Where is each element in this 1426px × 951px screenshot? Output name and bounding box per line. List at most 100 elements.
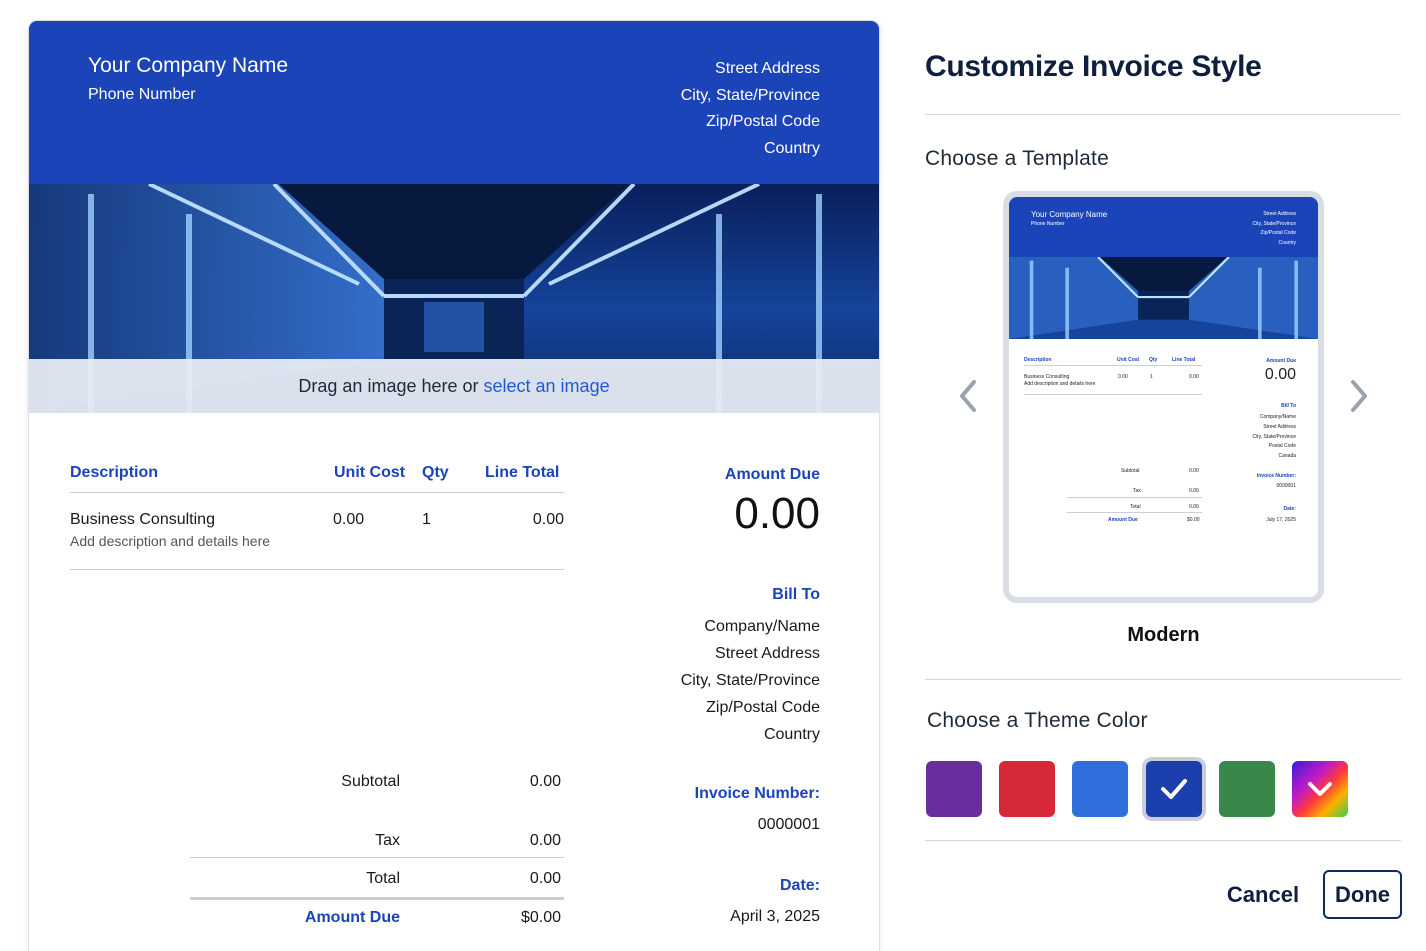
title-rule bbox=[925, 114, 1401, 115]
invoice-number[interactable]: 0000001 bbox=[758, 816, 820, 834]
thumbnail-col-qty: Qty bbox=[1149, 357, 1158, 363]
thumbnail-bill-to-line: City, State/Province bbox=[1252, 433, 1296, 440]
total-rule bbox=[190, 897, 564, 900]
bill-to-label: Bill To bbox=[772, 586, 820, 603]
address-street: Street Address bbox=[715, 60, 820, 77]
total-value: 0.00 bbox=[529, 870, 561, 887]
template-thumbnail-modern[interactable]: Your Company Name Phone Number Street Ad… bbox=[1003, 191, 1324, 603]
template-rule bbox=[925, 679, 1401, 680]
item-line-total: 0.00 bbox=[532, 511, 564, 528]
thumbnail-total-label: Total bbox=[1130, 504, 1141, 510]
tax-value[interactable]: 0.00 bbox=[441, 832, 561, 850]
tax-label: Tax bbox=[375, 832, 400, 849]
thumbnail-header-rule bbox=[1024, 365, 1202, 366]
template-name: Modern bbox=[1127, 624, 1200, 646]
thumbnail-company-name: Your Company Name bbox=[1031, 210, 1108, 219]
invoice-date[interactable]: April 3, 2025 bbox=[730, 908, 820, 926]
color-swatch-green[interactable] bbox=[1219, 761, 1275, 817]
amount-due-value: 0.00 bbox=[734, 489, 820, 538]
checkmark-icon bbox=[1161, 779, 1187, 799]
color-swatch-custom[interactable] bbox=[1292, 761, 1348, 817]
chevron-right-icon[interactable] bbox=[1348, 378, 1370, 414]
thumbnail-amount-due: 0.00 bbox=[1264, 366, 1296, 383]
subtotal-label: Subtotal bbox=[341, 773, 400, 790]
thumbnail-invoice-number-label: Invoice Number: bbox=[1256, 473, 1296, 479]
thumbnail-line-total: 0.00 bbox=[1189, 374, 1199, 380]
subtotal-value: 0.00 bbox=[529, 773, 561, 790]
thumbnail-bill-to: Company/Name Street Address City, State/… bbox=[1252, 413, 1296, 462]
invoice-header: Your Company Name Phone Number Street Ad… bbox=[29, 21, 879, 184]
thumbnail-invoice-number: 0000001 bbox=[1276, 483, 1296, 489]
thumbnail-header: Your Company Name Phone Number Street Ad… bbox=[1009, 197, 1318, 257]
bill-to-address[interactable]: Company/Name Street Address City, State/… bbox=[681, 613, 820, 748]
cancel-button[interactable]: Cancel bbox=[1220, 878, 1306, 912]
choose-color-heading: Choose a Theme Color bbox=[927, 709, 1148, 732]
totals-amount-due-value: $0.00 bbox=[520, 909, 561, 926]
amount-due-label: Amount Due bbox=[724, 466, 820, 483]
thumbnail-col-line-total: Line Total bbox=[1172, 357, 1196, 363]
col-description: Description bbox=[70, 464, 159, 481]
thumbnail-address-line: City, State/Province bbox=[1252, 220, 1296, 227]
thumbnail-qty: 1 bbox=[1150, 374, 1153, 380]
company-phone[interactable]: Phone Number bbox=[88, 86, 196, 104]
thumbnail-due-label: Amount Due bbox=[1108, 517, 1138, 523]
thumbnail-total: 0.00 bbox=[1189, 504, 1199, 510]
items-header-rule bbox=[70, 492, 564, 493]
panel-title: Customize Invoice Style bbox=[925, 50, 1262, 83]
bill-to-zip: Zip/Postal Code bbox=[706, 699, 820, 716]
item-row-rule bbox=[70, 569, 564, 570]
thumbnail-date: July 17, 2025 bbox=[1266, 517, 1296, 523]
invoice-preview: Your Company Name Phone Number Street Ad… bbox=[29, 21, 879, 951]
thumbnail-subtotal-label: Subtotal bbox=[1121, 468, 1140, 474]
item-qty[interactable]: 1 bbox=[422, 511, 431, 529]
col-qty: Qty bbox=[422, 464, 449, 481]
total-label: Total bbox=[366, 870, 400, 887]
company-name[interactable]: Your Company Name bbox=[88, 54, 288, 78]
bill-to-street: Street Address bbox=[715, 645, 820, 662]
thumbnail-tax: 0.00 bbox=[1189, 488, 1199, 494]
thumbnail-date-label: Date: bbox=[1283, 506, 1296, 512]
date-label: Date: bbox=[779, 877, 820, 894]
thumbnail-bill-to-line: Canada bbox=[1278, 453, 1296, 460]
thumbnail-item-rule bbox=[1024, 394, 1202, 395]
color-swatch-light-blue[interactable] bbox=[1072, 761, 1128, 817]
thumbnail-tax-label: Tax bbox=[1133, 488, 1141, 494]
company-address[interactable]: Street Address City, State/Province Zip/… bbox=[681, 56, 820, 162]
thumbnail-due: $0.00 bbox=[1187, 517, 1200, 523]
item-unit-cost[interactable]: 0.00 bbox=[333, 511, 364, 529]
color-swatch-purple[interactable] bbox=[926, 761, 982, 817]
choose-template-heading: Choose a Template bbox=[925, 147, 1109, 170]
thumbnail-address-line: Street Address bbox=[1263, 211, 1296, 217]
thumbnail-phone: Phone Number bbox=[1031, 221, 1065, 227]
address-country: Country bbox=[763, 139, 820, 157]
invoice-number-label: Invoice Number: bbox=[694, 785, 820, 802]
thumbnail-col-unit-cost: Unit Cost bbox=[1117, 357, 1140, 363]
item-details[interactable]: Add description and details here bbox=[70, 533, 270, 549]
thumbnail-address-line: Country bbox=[1278, 239, 1296, 246]
bill-to-company: Company/Name bbox=[704, 618, 820, 635]
select-image-link[interactable]: select an image bbox=[484, 376, 610, 397]
thumbnail-image bbox=[1009, 257, 1318, 339]
tax-rule bbox=[190, 857, 564, 858]
color-swatch-red[interactable] bbox=[999, 761, 1055, 817]
thumbnail-subtotal: 0.00 bbox=[1189, 468, 1199, 474]
totals-amount-due-label: Amount Due bbox=[304, 909, 400, 926]
image-drop-zone[interactable]: Drag an image here or select an image bbox=[29, 359, 879, 413]
col-unit-cost: Unit Cost bbox=[334, 464, 406, 481]
thumbnail-item-details: Add description and details here bbox=[1024, 381, 1096, 387]
chevron-left-icon[interactable] bbox=[957, 378, 979, 414]
done-button[interactable]: Done bbox=[1323, 870, 1402, 919]
item-name[interactable]: Business Consulting bbox=[70, 511, 215, 529]
bill-to-city: City, State/Province bbox=[680, 672, 820, 689]
thumbnail-item-name: Business Consulting bbox=[1024, 374, 1070, 380]
thumbnail-amount-due-label: Amount Due bbox=[1266, 358, 1296, 364]
thumbnail-address-line: Zip/Postal Code bbox=[1260, 230, 1296, 236]
color-swatch-royal-blue[interactable] bbox=[1146, 761, 1202, 817]
thumbnail-bill-to-line: Street Address bbox=[1263, 423, 1296, 430]
thumbnail-tax-rule bbox=[1067, 497, 1202, 498]
bill-to-country: Country bbox=[763, 726, 820, 743]
thumbnail-unit-cost: 0.00 bbox=[1118, 374, 1128, 380]
col-line-total: Line Total bbox=[485, 464, 560, 481]
color-rule bbox=[925, 840, 1401, 841]
thumbnail-bill-to-line: Company/Name bbox=[1259, 414, 1296, 420]
